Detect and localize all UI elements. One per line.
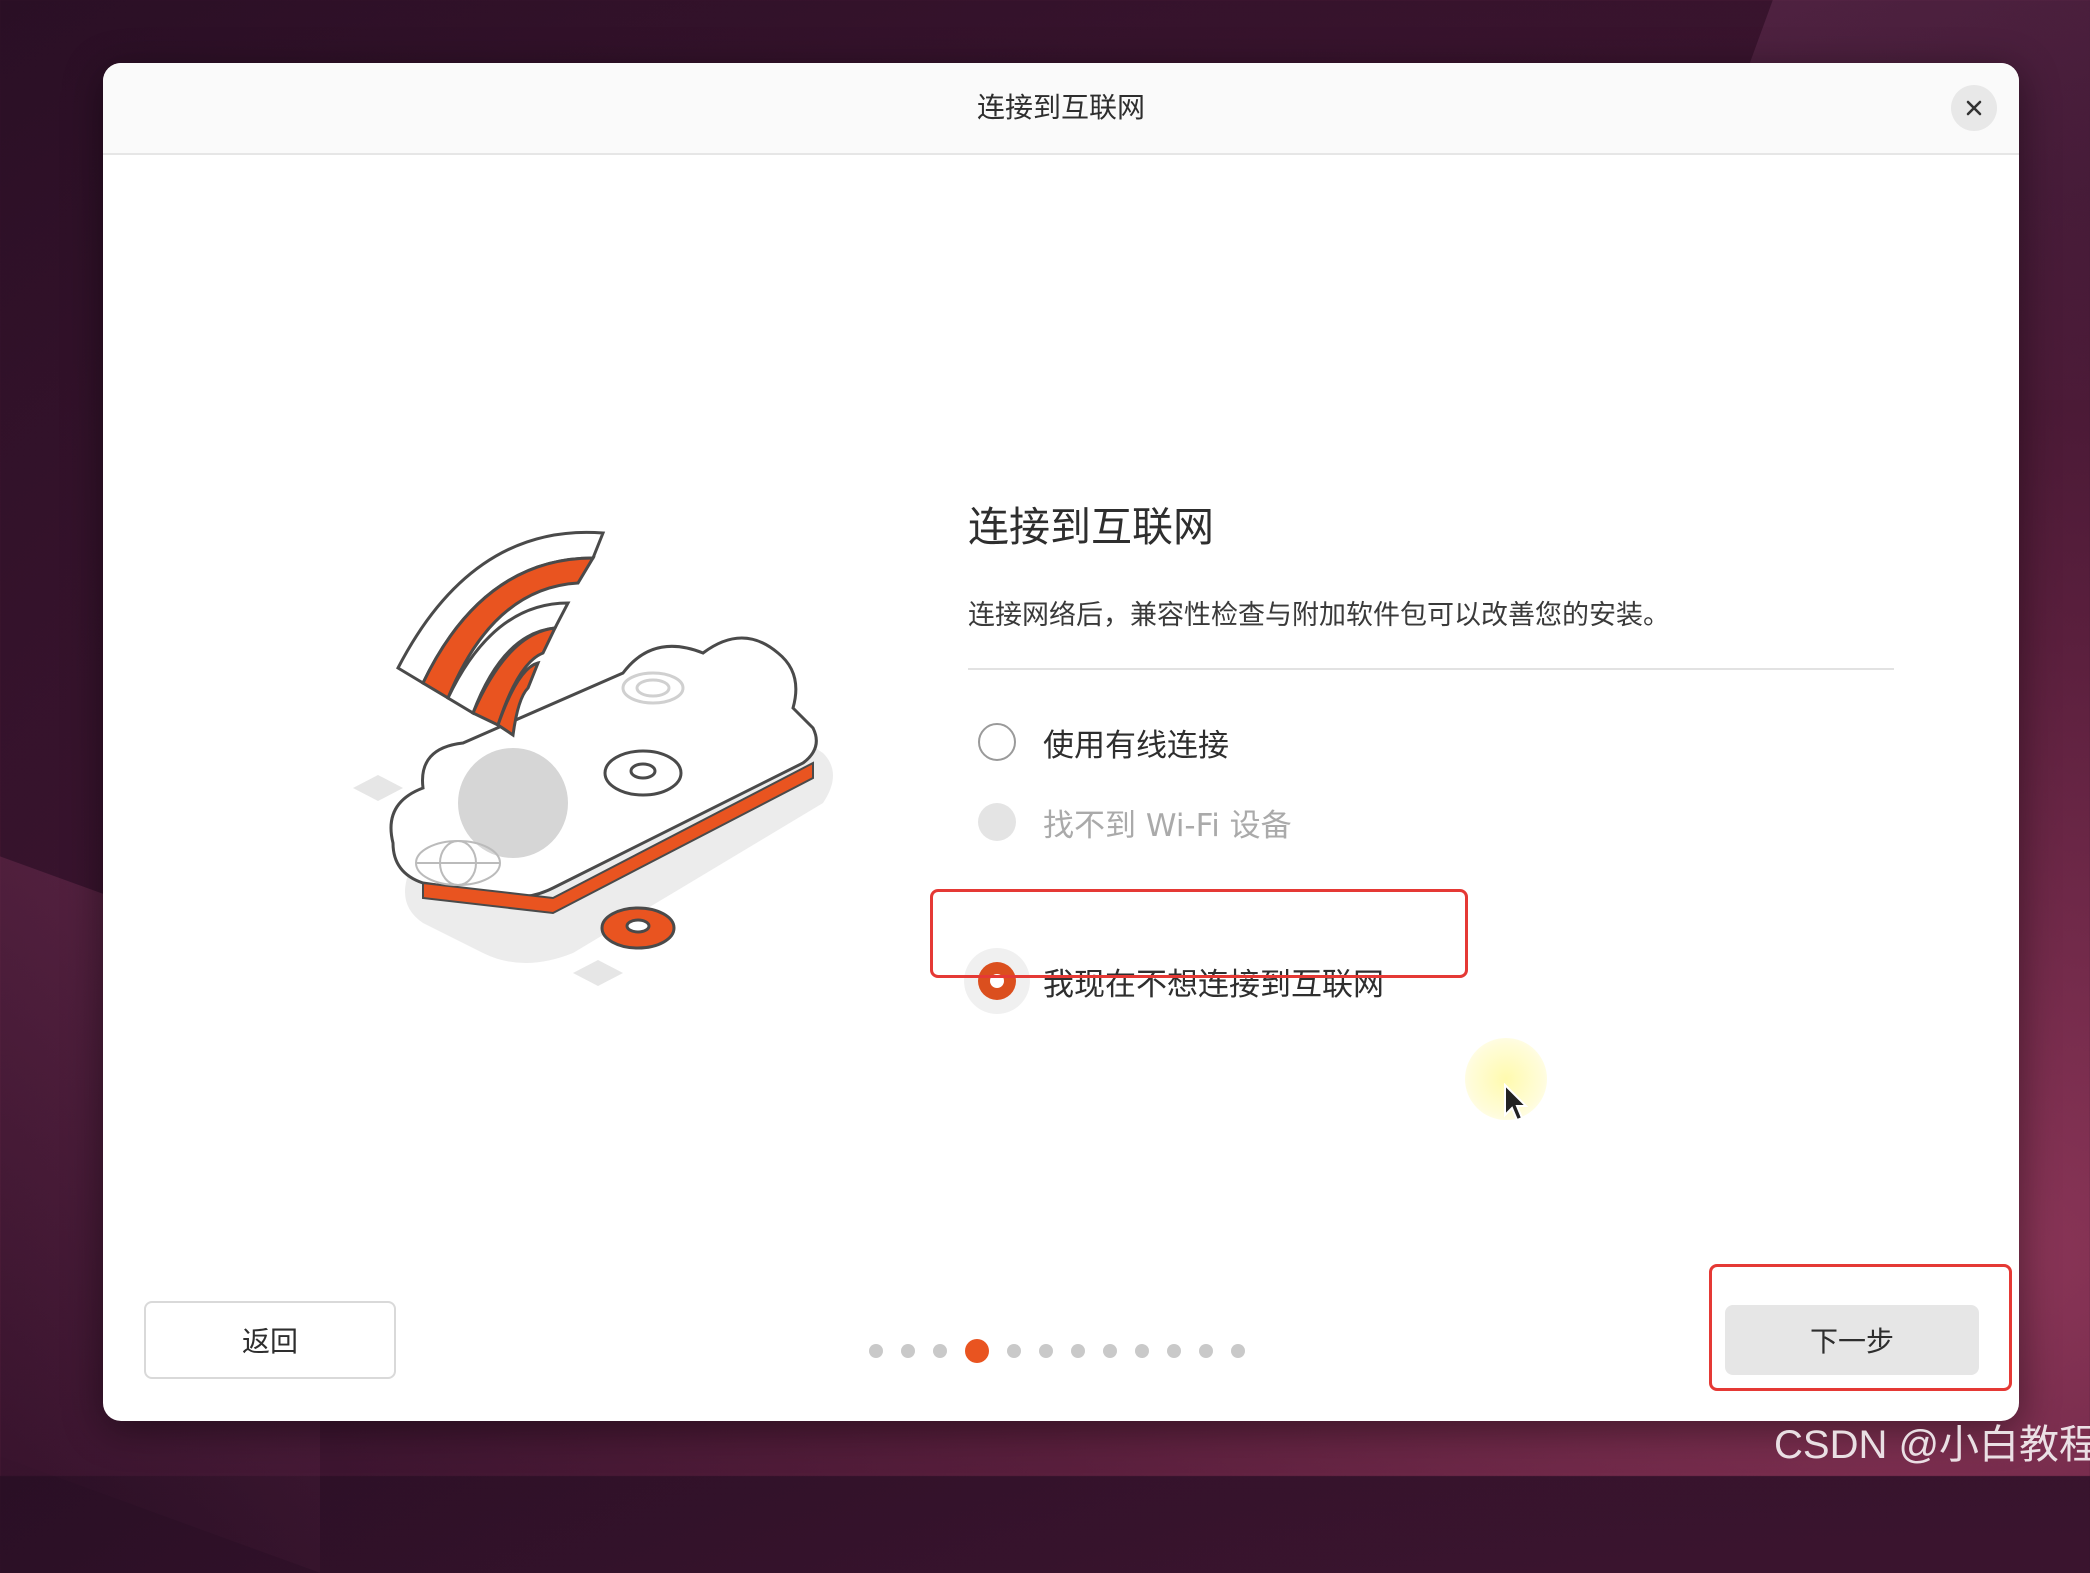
divider bbox=[968, 668, 1894, 670]
progress-dot bbox=[1039, 1344, 1053, 1358]
option-wired-connection[interactable]: 使用有线连接 bbox=[978, 712, 1229, 772]
annotation-box-next bbox=[1709, 1264, 2012, 1391]
gear-icon bbox=[600, 906, 676, 950]
radio-button-disabled bbox=[978, 803, 1016, 841]
option-label: 找不到 Wi-Fi 设备 bbox=[1043, 807, 1292, 844]
progress-dot bbox=[933, 1344, 947, 1358]
option-label: 使用有线连接 bbox=[1043, 727, 1229, 764]
progress-dot-current bbox=[965, 1339, 989, 1363]
progress-dot bbox=[1135, 1344, 1149, 1358]
progress-dot bbox=[1071, 1344, 1085, 1358]
option-wifi-unavailable: 找不到 Wi-Fi 设备 bbox=[978, 792, 1292, 852]
diamond-shape bbox=[573, 960, 623, 986]
gear-icon bbox=[603, 749, 683, 797]
progress-dot bbox=[1199, 1344, 1213, 1358]
page-heading: 连接到互联网 bbox=[968, 503, 1214, 551]
watermark: CSDN @小白教程 bbox=[1774, 1423, 2090, 1467]
window-title: 连接到互联网 bbox=[976, 91, 1145, 124]
radio-button[interactable] bbox=[978, 723, 1016, 761]
close-button[interactable] bbox=[1951, 85, 1997, 131]
mouse-cursor-icon bbox=[1504, 1083, 1529, 1122]
progress-dot bbox=[1167, 1344, 1181, 1358]
network-illustration bbox=[353, 530, 833, 986]
page-description: 连接网络后，兼容性检查与附加软件包可以改善您的安装。 bbox=[968, 600, 1670, 631]
progress-dot bbox=[1103, 1344, 1117, 1358]
back-button[interactable]: 返回 bbox=[144, 1301, 396, 1379]
wifi-base-shadow bbox=[458, 748, 568, 858]
annotation-box-option bbox=[930, 889, 1468, 978]
close-icon bbox=[1966, 100, 1982, 116]
progress-dots bbox=[869, 1339, 1263, 1363]
progress-dot bbox=[901, 1344, 915, 1358]
diamond-shape bbox=[353, 775, 403, 801]
title-bar: 连接到互联网 bbox=[103, 63, 2019, 155]
installer-window: 连接到互联网 连接到互联网 连接网络后，兼容性检查与附加软件包可以改善您的安装。… bbox=[103, 63, 2019, 1421]
progress-dot bbox=[1007, 1344, 1021, 1358]
progress-dot bbox=[1231, 1344, 1245, 1358]
progress-dot bbox=[869, 1344, 883, 1358]
